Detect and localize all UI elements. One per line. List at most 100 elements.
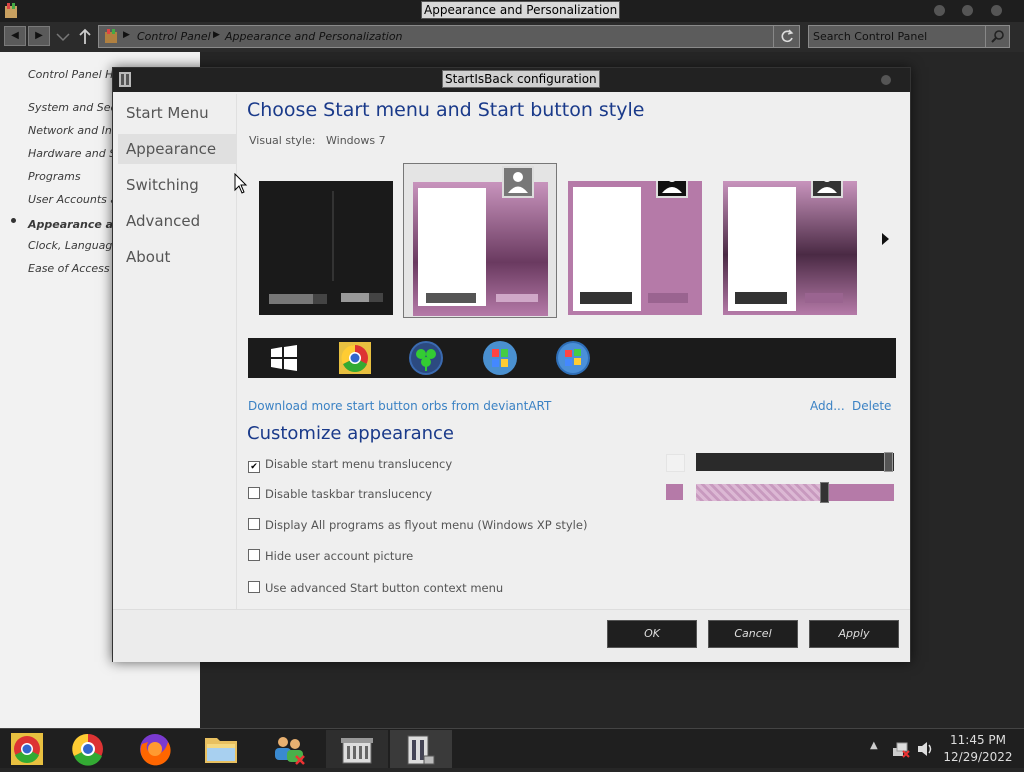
taskbar-opacity-slider[interactable] [696,482,894,503]
option-label: Use advanced Start button context menu [265,581,504,595]
nav-about[interactable]: About [118,242,236,272]
left-link-network[interactable]: Network and Inte [28,124,123,137]
up-arrow-icon[interactable] [78,28,92,46]
windows-vista-orb-icon[interactable] [482,340,518,376]
option-disable-taskbar-translucency[interactable]: Disable taskbar translucency [248,487,432,501]
style-tile-dark[interactable] [259,181,393,315]
visual-style-label: Visual style: [249,134,316,147]
left-link-programs[interactable]: Programs [28,170,81,183]
taskbar-chrome[interactable] [62,730,124,768]
nav-start-menu[interactable]: Start Menu [118,98,236,128]
cancel-button[interactable]: Cancel [708,620,798,648]
breadcrumb-separator-icon: ▶ [123,30,130,40]
next-styles-arrow-icon[interactable] [880,232,890,246]
control-panel-icon [5,3,17,18]
firefox-icon [140,734,171,766]
volume-icon[interactable] [916,740,934,758]
left-link-clock-language[interactable]: Clock, Language, [28,239,123,252]
refresh-button[interactable] [773,26,800,47]
apply-button[interactable]: Apply [809,620,899,648]
ok-button[interactable]: OK [607,620,697,648]
users-icon [275,737,305,765]
nav-appearance[interactable]: Appearance [118,134,236,164]
checkbox-icon[interactable] [248,518,260,530]
start-orb-strip [248,338,896,378]
maximize-button[interactable] [962,5,973,16]
clock-date[interactable]: 12/29/2022 [938,750,1018,764]
taskbar-firefox[interactable] [124,730,186,768]
search-box[interactable] [808,25,1010,48]
taskbar-color-swatch[interactable] [666,484,683,500]
chrome-start-orb-icon [11,733,43,765]
address-bar[interactable]: ▶ Control Panel ▶ Appearance and Persona… [98,25,800,48]
nav-switching[interactable]: Switching [118,170,236,200]
slider-fill [822,484,894,501]
style-tile-purple-3[interactable] [723,166,857,315]
refresh-icon [781,29,794,43]
option-hide-user-picture[interactable]: Hide user account picture [248,549,413,563]
windows-8-orb-icon[interactable] [270,345,298,371]
network-icon[interactable] [892,740,910,758]
download-orbs-link[interactable]: Download more start button orbs from dev… [248,399,551,413]
clock-time[interactable]: 11:45 PM [938,733,1018,747]
taskbar-network-users[interactable] [258,730,320,768]
breadcrumb-control-panel[interactable]: Control Panel [137,30,211,43]
dialog-close-button[interactable] [881,75,891,85]
dialog-sidebar: Start Menu Appearance Switching Advanced… [118,94,236,614]
nav-advanced[interactable]: Advanced [118,206,236,236]
startisback-dialog: StartIsBack configuration Start Menu App… [112,67,911,662]
back-button[interactable]: ◀ [4,26,26,46]
back-arrow-icon: ◀ [11,30,19,41]
style-tile-windows7-selected[interactable] [403,163,557,318]
search-icon [991,30,1004,43]
taskbar-startisback-config[interactable] [390,730,452,768]
option-label: Disable taskbar translucency [265,487,433,501]
checkbox-icon[interactable] [248,549,260,561]
explorer-window-title: Appearance and Personalization [420,1,621,19]
breadcrumb-appearance[interactable]: Appearance and Personalization [225,30,403,43]
style-tile-purple-2[interactable] [568,166,702,315]
checkbox-icon[interactable] [248,487,260,499]
chrome-orb-icon[interactable] [338,341,372,375]
option-label: Display All programs as flyout menu (Win… [265,518,588,532]
option-disable-start-menu-translucency[interactable]: ✔ Disable start menu translucency [248,457,452,473]
show-hidden-icons-icon[interactable]: ▲ [870,740,878,751]
dialog-title-bar: StartIsBack configuration [113,68,910,92]
purple-start-menu-preview-icon [573,166,688,311]
purple-start-menu-preview-icon [723,166,857,315]
slider-thumb[interactable] [884,452,893,472]
start-button[interactable] [0,730,62,768]
heading-choose-style: Choose Start menu and Start button style [247,99,645,121]
option-label: Disable start menu translucency [265,457,453,471]
breadcrumb-separator-icon: ▶ [213,30,220,40]
left-link-user-accounts[interactable]: User Accounts an [28,193,124,206]
startisback-app-icon [407,735,435,765]
windows-7-orb-icon[interactable] [555,340,591,376]
start-menu-opacity-slider[interactable] [696,452,894,472]
left-link-system-security[interactable]: System and Secu [28,101,123,114]
forward-button[interactable]: ▶ [28,26,50,46]
close-button[interactable] [991,5,1002,16]
search-input[interactable] [813,29,983,44]
left-link-hardware[interactable]: Hardware and So [28,147,123,160]
left-link-control-panel-home[interactable]: Control Panel Ho [28,68,120,81]
recent-locations-icon[interactable] [56,32,70,42]
slider-thumb[interactable] [820,482,829,503]
option-advanced-context-menu[interactable]: Use advanced Start button context menu [248,581,503,595]
checkbox-icon[interactable] [248,581,260,593]
checkbox-checked-icon[interactable]: ✔ [248,461,260,473]
heading-customize-appearance: Customize appearance [247,423,454,444]
option-flyout-all-programs[interactable]: Display All programs as flyout menu (Win… [248,518,587,532]
minimize-button[interactable] [934,5,945,16]
mouse-cursor-icon [234,173,248,194]
clover-orb-icon[interactable] [408,340,444,376]
start-menu-color-swatch[interactable] [666,454,685,472]
taskbar-control-panel[interactable] [326,730,388,768]
left-link-ease-of-access[interactable]: Ease of Access [28,262,110,275]
add-orb-link[interactable]: Add... [810,399,845,413]
address-control-panel-icon [105,29,117,43]
taskbar-file-explorer[interactable] [189,730,251,768]
delete-orb-link[interactable]: Delete [852,399,891,413]
search-button[interactable] [985,26,1010,47]
purple-start-menu-preview-icon [413,166,548,316]
